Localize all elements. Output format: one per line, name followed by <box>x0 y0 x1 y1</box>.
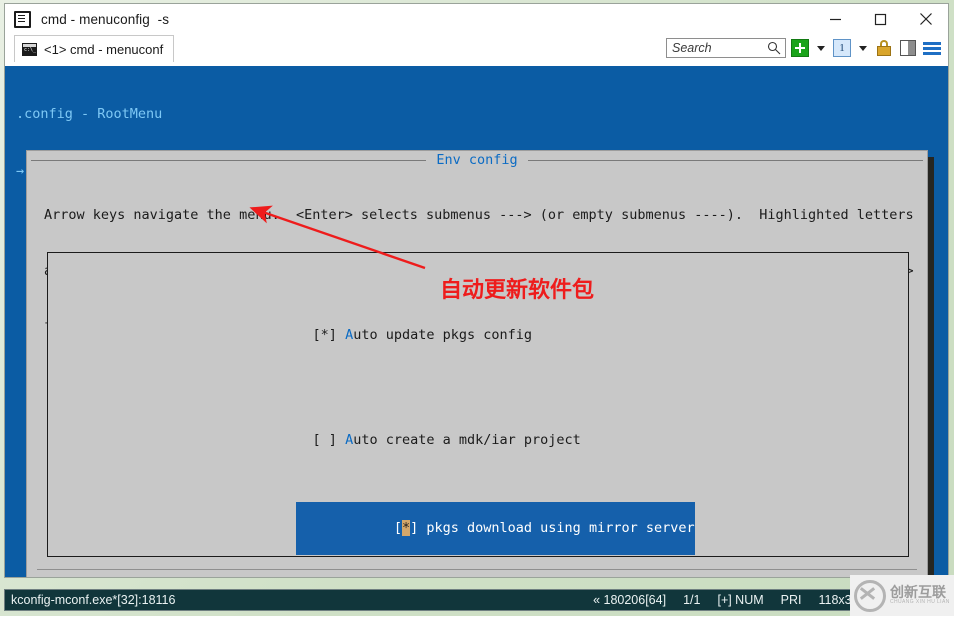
status-process: kconfig-mconf.exe*[32]:18116 <box>11 593 175 607</box>
split-pane-button[interactable] <box>898 38 918 58</box>
menu-item-mark: [ ] <box>313 432 346 448</box>
search-input[interactable]: Search <box>666 38 786 58</box>
tab-strip: <1> cmd - menuconf Search 1 <box>5 34 948 66</box>
hamburger-menu-icon <box>923 41 941 55</box>
menu-item-mark-close: ] <box>410 520 426 536</box>
tab-label: <1> cmd - menuconf <box>44 42 163 57</box>
menu-item-hotkey: A <box>345 432 353 448</box>
new-tab-chevron-down-icon[interactable] <box>817 46 825 51</box>
split-pane-icon <box>900 40 916 56</box>
menu-item-label: uto update pkgs config <box>353 327 532 343</box>
minimize-button[interactable] <box>813 4 858 34</box>
search-placeholder: Search <box>672 41 712 55</box>
menu-item-hotkey: p <box>426 520 434 536</box>
maximize-button[interactable] <box>858 4 903 34</box>
list-item-selected[interactable]: [*] pkgs download using mirror server <box>296 502 694 555</box>
status-build: « 180206[64] <box>593 593 666 607</box>
menu-item-mark-open: [ <box>394 520 402 536</box>
new-tab-button[interactable] <box>790 38 810 58</box>
menu-list: [*] Auto update pkgs config [ ] Auto cre… <box>215 257 695 578</box>
menu-button[interactable] <box>922 38 942 58</box>
menu-list-box[interactable]: [*] Auto update pkgs config [ ] Auto cre… <box>47 252 909 557</box>
menu-item-label: uto create a mdk/iar project <box>353 432 581 448</box>
status-pages: 1/1 <box>683 593 700 607</box>
button-separator <box>37 569 917 570</box>
close-button[interactable] <box>903 4 948 34</box>
terminal-surface[interactable]: .config - RootMenu → Env config Env conf… <box>5 66 948 578</box>
console-tab-icon <box>22 43 37 56</box>
dialog-title-bar: Env config <box>27 153 927 168</box>
pane-selector-button[interactable]: 1 <box>832 38 852 58</box>
list-item[interactable]: [*] Auto update pkgs config <box>215 310 695 363</box>
menuconfig-dialog: Env config Arrow keys navigate the menu.… <box>26 150 928 578</box>
window-controls <box>813 4 948 34</box>
tab-cmd-menuconf[interactable]: <1> cmd - menuconf <box>14 35 174 62</box>
watermark-logo-icon <box>854 580 886 612</box>
title-rule-right <box>528 160 923 161</box>
status-bar: kconfig-mconf.exe*[32]:18116 « 180206[64… <box>4 589 949 611</box>
watermark: 创新互联 CHUANG XIN HU LIAN <box>850 575 954 616</box>
menu-item-label: kgs download using mirror server <box>435 520 695 536</box>
title-rule-left <box>31 160 426 161</box>
pane-chevron-down-icon[interactable] <box>859 46 867 51</box>
lock-button[interactable] <box>874 38 894 58</box>
toolbar: Search 1 <box>666 38 942 58</box>
close-icon <box>919 12 933 26</box>
watermark-cn: 创新互联 <box>890 586 950 601</box>
menu-item-cursor: * <box>402 520 410 536</box>
console-window: cmd - menuconfig -s <box>4 3 949 578</box>
help-line-1: Arrow keys navigate the menu. <Enter> se… <box>44 206 914 225</box>
console-window-icon <box>14 11 31 28</box>
pane-number-icon: 1 <box>833 39 851 57</box>
window-title: cmd - menuconfig -s <box>41 12 169 27</box>
menu-item-mark: [*] <box>313 327 346 343</box>
status-pri: PRI <box>781 593 802 607</box>
menu-item-hotkey: A <box>345 327 353 343</box>
search-icon <box>767 41 781 60</box>
minimize-icon <box>829 13 842 26</box>
breadcrumb-root: .config - RootMenu <box>16 105 314 124</box>
lock-icon <box>877 40 891 56</box>
watermark-en: CHUANG XIN HU LIAN <box>890 600 950 605</box>
dialog-title: Env config <box>426 153 527 168</box>
status-num: [+] NUM <box>717 593 763 607</box>
list-item[interactable]: [ ] Auto create a mdk/iar project <box>215 415 695 468</box>
title-bar: cmd - menuconfig -s <box>5 4 948 34</box>
maximize-icon <box>874 13 887 26</box>
plus-icon <box>791 39 809 57</box>
